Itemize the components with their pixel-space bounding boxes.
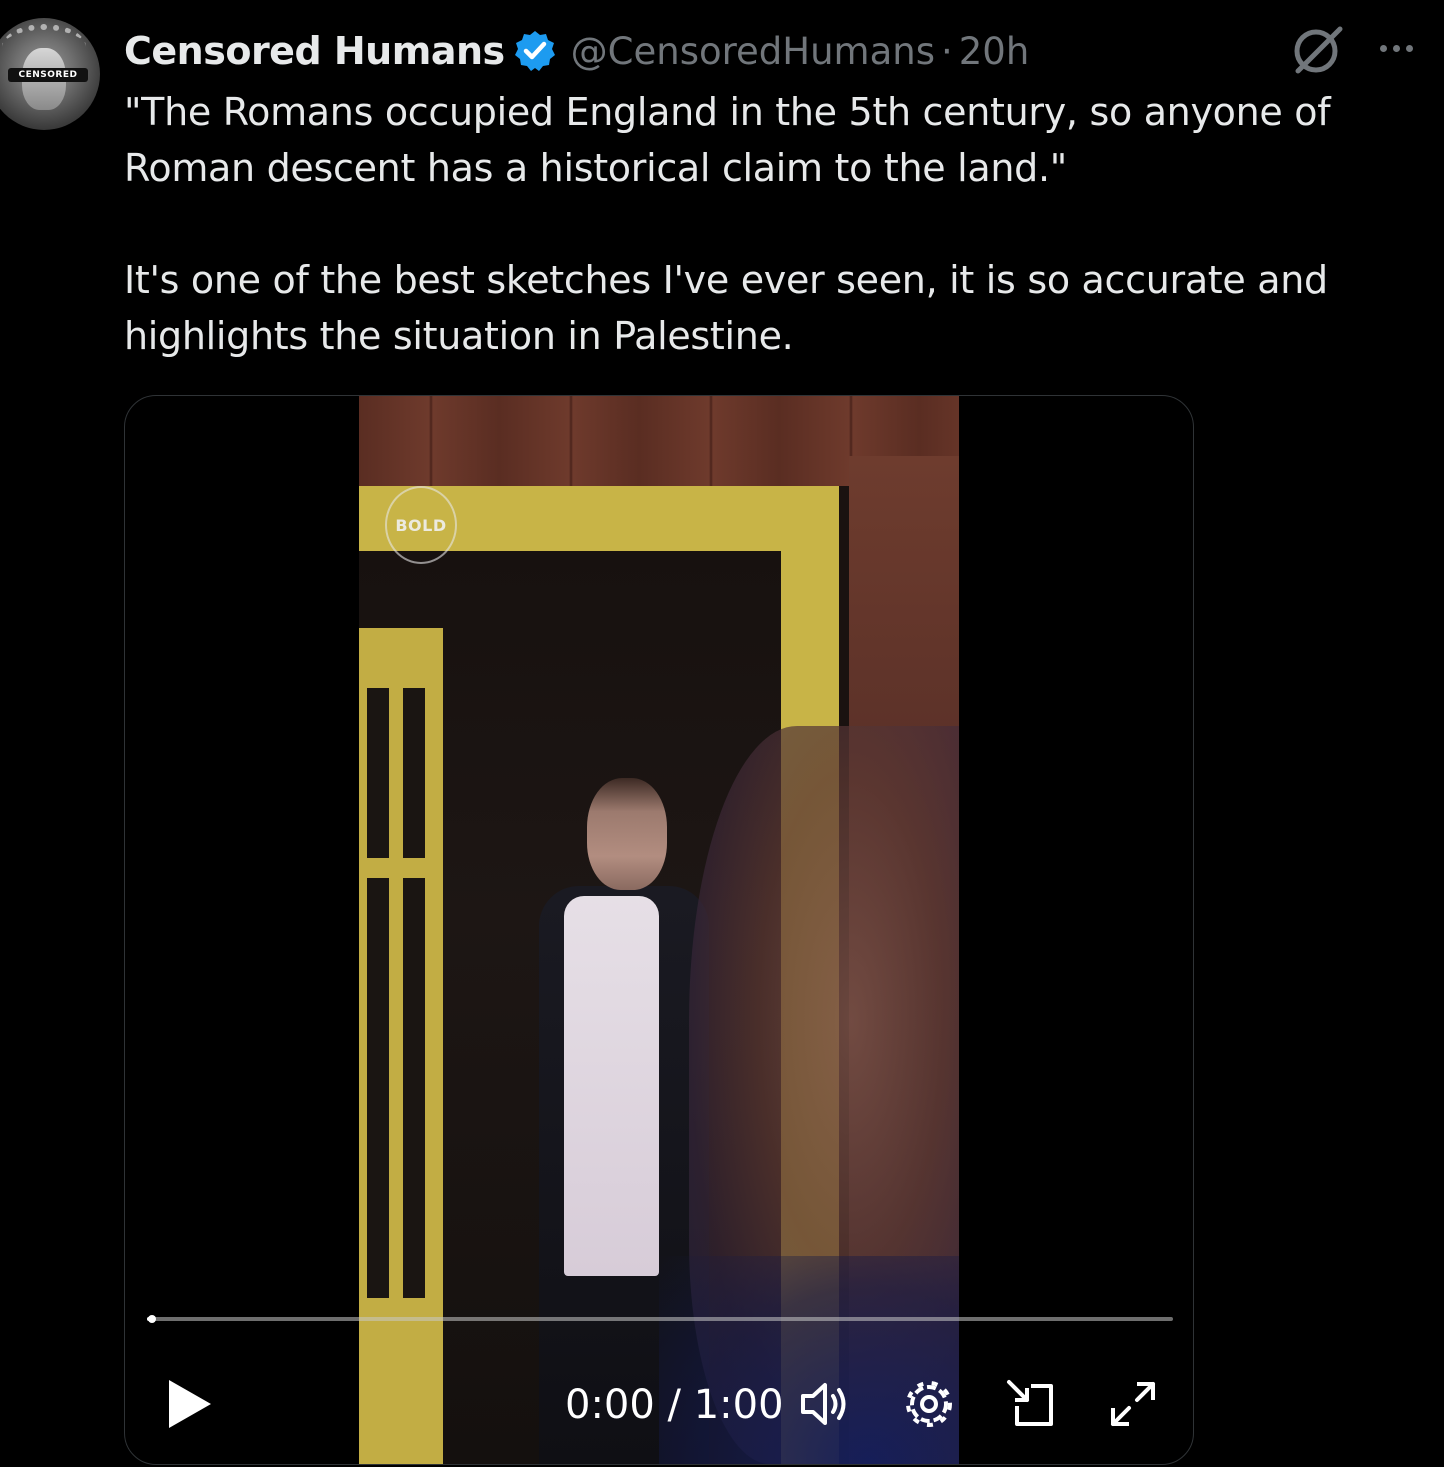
video-scene-door	[359, 628, 443, 1464]
more-dot	[1405, 44, 1413, 52]
video-frame[interactable]: BOLD	[359, 396, 959, 1464]
user-handle[interactable]: @CensoredHumans	[571, 30, 935, 73]
video-scene-door-pane	[367, 878, 389, 1298]
grok-icon[interactable]	[1290, 24, 1346, 76]
display-name[interactable]: Censored Humans	[124, 29, 505, 73]
tweet-header: Censored Humans @CensoredHumans · 20h	[124, 26, 1029, 76]
volume-icon[interactable]	[797, 1376, 853, 1432]
avatar-censored-bar: CENSORED	[8, 68, 88, 82]
video-scene-door-pane	[403, 688, 425, 858]
separator-dot: ·	[940, 29, 953, 73]
video-time: 0:00 / 1:00	[565, 1382, 784, 1428]
fullscreen-icon[interactable]	[1105, 1376, 1161, 1432]
verified-badge-icon[interactable]	[513, 29, 557, 73]
video-scene-person-shirt	[564, 896, 659, 1276]
video-scene-person-head	[587, 778, 667, 890]
picture-in-picture-icon[interactable]	[1003, 1376, 1059, 1432]
video-scene-door-pane	[367, 688, 389, 858]
video-player[interactable]: BOLD 0:00 / 1:00	[124, 395, 1194, 1465]
avatar[interactable]: CENSORED	[0, 18, 100, 130]
video-scene-door-pane	[403, 878, 425, 1298]
tweet-timestamp[interactable]: 20h	[959, 30, 1030, 73]
tweet[interactable]: CENSORED Censored Humans @CensoredHumans…	[0, 0, 1444, 1467]
more-icon[interactable]	[1372, 28, 1420, 68]
more-dot	[1379, 44, 1387, 52]
tweet-text: "The Romans occupied England in the 5th …	[124, 84, 1414, 364]
video-controls: 0:00 / 1:00	[125, 1356, 1193, 1456]
video-progress-knob[interactable]	[148, 1315, 157, 1323]
play-icon[interactable]	[165, 1376, 215, 1432]
tweet-paragraph: It's one of the best sketches I've ever …	[124, 258, 1328, 358]
more-dot	[1392, 44, 1400, 52]
tweet-paragraph: "The Romans occupied England in the 5th …	[124, 90, 1331, 190]
video-watermark: BOLD	[385, 486, 457, 564]
video-progress-bar[interactable]	[147, 1315, 1173, 1323]
gear-icon[interactable]	[901, 1376, 957, 1432]
